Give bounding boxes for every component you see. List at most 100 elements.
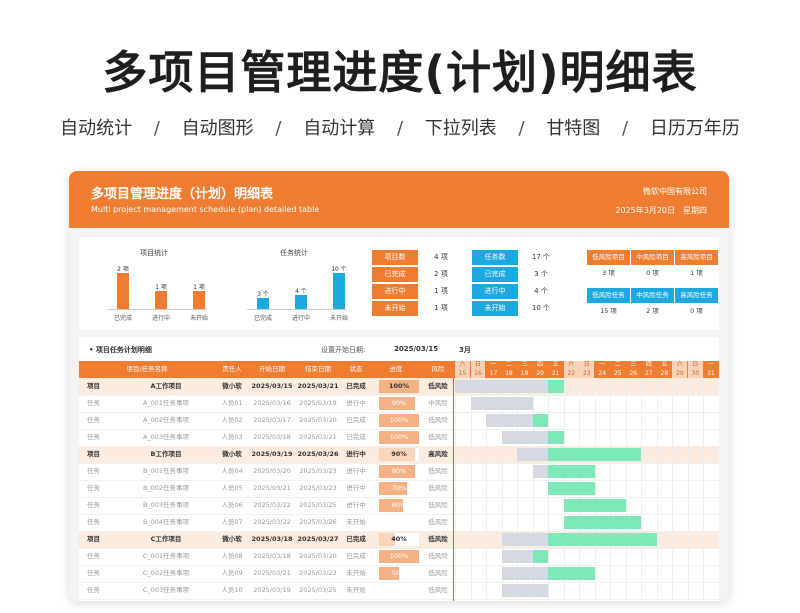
calendar-weekday: 六 xyxy=(455,361,470,370)
cell-start: 2025/03/18 xyxy=(253,433,291,441)
cell-risk: 低风险 xyxy=(428,552,448,560)
gantt-gridline xyxy=(687,378,689,601)
section-title: • 项目任务计划明细 xyxy=(89,346,152,354)
company-name: 微软中国有限公司 xyxy=(643,187,707,196)
calendar-day: 19 xyxy=(517,369,533,378)
weekday-text: 星期四 xyxy=(683,206,707,215)
kpi-label: 未开始 xyxy=(372,301,418,316)
cell-name: C_003任务事项 xyxy=(142,586,190,594)
calendar-day: 27 xyxy=(641,369,657,378)
cell-type: 项目 xyxy=(87,382,100,390)
kpi-value: 1 项 xyxy=(434,287,448,295)
kpi-label: 任务数 xyxy=(472,250,518,265)
calendar-weekday: 日 xyxy=(687,361,703,370)
calendar-day: 23 xyxy=(579,369,595,378)
cell-type: 任务 xyxy=(87,569,100,577)
page-title: 多项目管理进度(计划)明细表 xyxy=(102,46,698,99)
col-status[interactable]: 状态 xyxy=(341,361,371,378)
project-chart: 项目统计 2 项已完成 1 项进行中 1 项未开始 xyxy=(89,237,219,327)
cell-risk: 低风险 xyxy=(428,586,448,594)
col-progress[interactable]: 进度 xyxy=(371,361,421,378)
cell-risk: 低风险 xyxy=(428,433,448,441)
cell-status: 未开始 xyxy=(346,569,366,577)
calendar-weekday: 六 xyxy=(672,361,688,370)
progress-text: 100% xyxy=(388,382,410,390)
progress-text xyxy=(379,584,419,597)
cell-end: 2025/03/20 xyxy=(299,552,337,560)
col-owner[interactable]: 责任人 xyxy=(215,361,249,378)
separator: / xyxy=(275,118,282,139)
risk-value: 2 项 xyxy=(646,307,659,315)
gantt-plan-bar xyxy=(486,414,533,427)
cell-type: 任务 xyxy=(87,552,100,560)
cell-end: 2025/03/23 xyxy=(299,467,337,475)
gantt-gridline xyxy=(641,378,643,601)
cell-risk: 低风险 xyxy=(428,484,448,492)
cell-status: 进行中 xyxy=(346,450,366,458)
progress-text: 60% xyxy=(391,501,407,509)
gantt-gridline xyxy=(672,378,674,601)
calendar-day: 26 xyxy=(625,369,641,378)
gantt-plan-bar xyxy=(501,567,549,580)
bar-value-label: 4 个 xyxy=(295,288,307,295)
kpi-label: 未开始 xyxy=(472,301,518,316)
progress-bar: 70% xyxy=(379,482,419,495)
progress-text: 100% xyxy=(389,552,409,560)
kpi-label: 进行中 xyxy=(472,284,518,299)
cell-status: 进行中 xyxy=(346,467,366,475)
cell-name: C_002任务事项 xyxy=(142,569,190,577)
calendar-day: 29 xyxy=(672,369,688,378)
calendar-day: 22 xyxy=(563,369,579,378)
cell-name: B工作项目 xyxy=(150,450,182,458)
gantt-plan-bar xyxy=(501,550,533,563)
cell-start: 2025/03/22 xyxy=(253,518,291,526)
schedule-table: • 项目任务计划明细 设置开始日期: 2025/03/15 3月 项目/任务名称… xyxy=(79,337,719,601)
risk-value: 0 项 xyxy=(646,269,659,277)
risk-header: 高风险任务 xyxy=(675,288,718,303)
gantt-actual-bar xyxy=(548,448,642,461)
cell-start: 2025/03/19 xyxy=(251,450,293,458)
gantt-plan-bar xyxy=(455,380,549,393)
chart-bar xyxy=(295,295,307,309)
col-risk[interactable]: 风险 xyxy=(421,361,455,378)
calendar-day: 30 xyxy=(687,369,703,378)
progress-bar: 100% xyxy=(379,431,419,444)
col-start[interactable]: 开始日期 xyxy=(249,361,295,378)
chart-bar xyxy=(333,273,345,309)
card-title: 多项目管理进度（计划）明细表 xyxy=(91,187,274,202)
start-date-input[interactable]: 2025/03/15 xyxy=(394,345,438,353)
cell-start: 2025/03/18 xyxy=(253,552,291,560)
gantt-actual-bar xyxy=(548,533,657,546)
calendar-day: 20 xyxy=(532,369,548,378)
cell-status: 已完成 xyxy=(346,552,366,560)
risk-project-values: 3 项 0 项 1 项 xyxy=(587,266,719,282)
cell-owner: 人员06 xyxy=(221,501,243,509)
progress-text: 50% xyxy=(391,569,407,577)
progress-text: 90% xyxy=(391,399,407,407)
col-end[interactable]: 结束日期 xyxy=(295,361,341,378)
gantt-actual-bar xyxy=(548,482,595,495)
kpi-value: 17 个 xyxy=(531,253,551,261)
cell-owner: 人员08 xyxy=(221,552,243,560)
cell-name: A_002任务事项 xyxy=(142,416,190,424)
col-name[interactable]: 项目/任务名称 xyxy=(79,361,215,378)
cell-start: 2025/03/22 xyxy=(253,501,291,509)
risk-project-headers: 低风险项目 中风险项目 高风险项目 xyxy=(587,250,719,266)
month-label: 3月 xyxy=(459,346,471,354)
progress-bar: 90% xyxy=(379,397,419,410)
date-text: 2025年3月20日 xyxy=(615,206,675,215)
gantt-plan-bar xyxy=(470,397,533,410)
kpi-value: 4 个 xyxy=(534,287,548,295)
chart-bar xyxy=(193,291,205,309)
chart-title: 项目统计 xyxy=(140,249,168,257)
gantt-plan-bar xyxy=(501,533,549,546)
feature-item: 自动统计 xyxy=(60,118,133,139)
page: 多项目管理进度(计划)明细表 自动统计 / 自动图形 / 自动计算 / 下拉列表… xyxy=(0,0,800,613)
table-toolbar: • 项目任务计划明细 设置开始日期: 2025/03/15 3月 xyxy=(79,337,719,359)
cell-start: 2025/03/20 xyxy=(253,467,291,475)
cell-status: 已完成 xyxy=(346,535,366,543)
cell-status: 未开始 xyxy=(346,518,366,526)
separator: / xyxy=(518,118,525,139)
task-chart: 任务统计 3 个已完成 4 个进行中 10 个未开始 xyxy=(229,237,359,327)
calendar-day: 17 xyxy=(486,369,501,378)
